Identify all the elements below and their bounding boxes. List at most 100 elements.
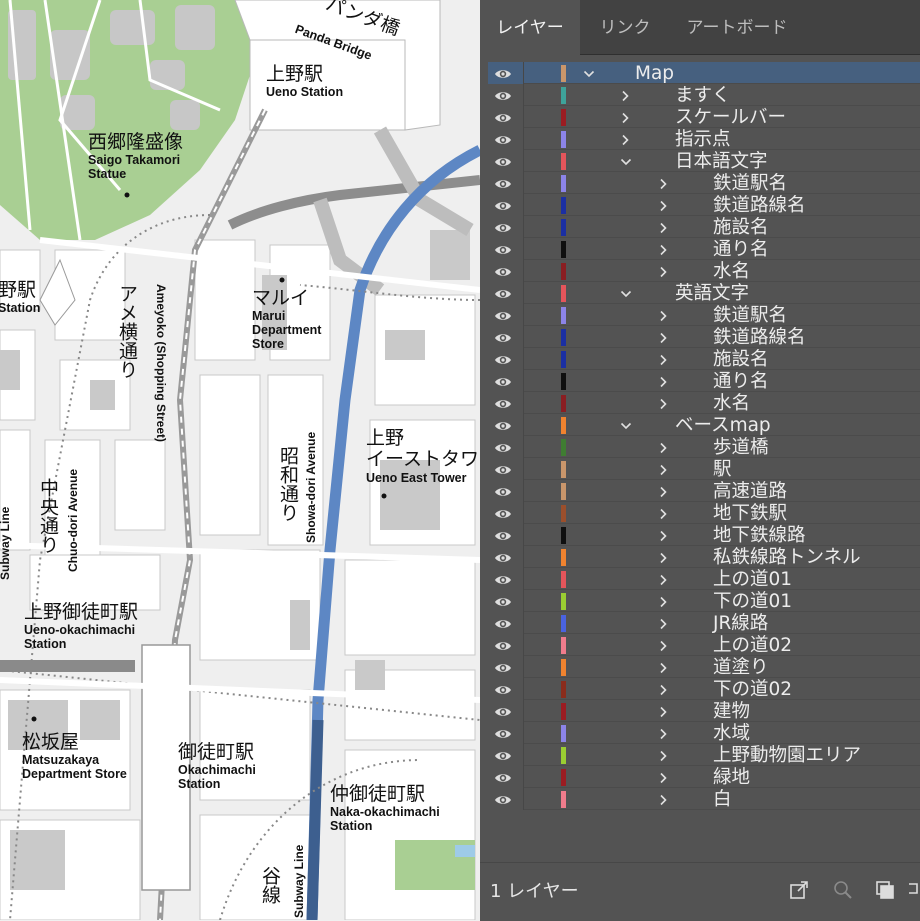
lock-column[interactable] bbox=[523, 568, 524, 590]
lock-column[interactable] bbox=[523, 62, 524, 84]
visibility-eye-icon[interactable] bbox=[494, 748, 512, 762]
layer-row[interactable]: 鉄道路線名 bbox=[488, 194, 920, 216]
visibility-eye-icon[interactable] bbox=[494, 726, 512, 740]
chevron-right-icon[interactable] bbox=[658, 242, 668, 256]
visibility-eye-icon[interactable] bbox=[494, 330, 512, 344]
visibility-eye-icon[interactable] bbox=[494, 154, 512, 168]
chevron-right-icon[interactable] bbox=[658, 748, 668, 762]
lock-column[interactable] bbox=[523, 106, 524, 128]
lock-column[interactable] bbox=[523, 546, 524, 568]
chevron-right-icon[interactable] bbox=[620, 132, 630, 146]
visibility-eye-icon[interactable] bbox=[494, 286, 512, 300]
chevron-right-icon[interactable] bbox=[658, 264, 668, 278]
visibility-eye-icon[interactable] bbox=[494, 484, 512, 498]
map-canvas[interactable]: Panda Bridge パンダ橋 上野駅 Ueno Station 西郷隆盛像… bbox=[0, 0, 480, 920]
lock-column[interactable] bbox=[523, 260, 524, 282]
chevron-right-icon[interactable] bbox=[658, 770, 668, 784]
lock-column[interactable] bbox=[523, 634, 524, 656]
layer-row[interactable]: 白 bbox=[488, 788, 920, 810]
lock-column[interactable] bbox=[523, 282, 524, 304]
visibility-eye-icon[interactable] bbox=[494, 594, 512, 608]
layer-row[interactable]: 通り名 bbox=[488, 370, 920, 392]
lock-column[interactable] bbox=[523, 524, 524, 546]
lock-column[interactable] bbox=[523, 84, 524, 106]
chevron-right-icon[interactable] bbox=[658, 660, 668, 674]
layer-row[interactable]: JR線路 bbox=[488, 612, 920, 634]
locate-icon[interactable] bbox=[832, 879, 854, 901]
chevron-right-icon[interactable] bbox=[658, 616, 668, 630]
layer-row[interactable]: スケールバー bbox=[488, 106, 920, 128]
layer-row[interactable]: Map bbox=[488, 62, 920, 84]
layer-row[interactable]: 上野動物園エリア bbox=[488, 744, 920, 766]
layer-row[interactable]: 水名 bbox=[488, 392, 920, 414]
visibility-eye-icon[interactable] bbox=[494, 770, 512, 784]
chevron-right-icon[interactable] bbox=[658, 198, 668, 212]
lock-column[interactable] bbox=[523, 502, 524, 524]
layer-row[interactable]: ベースmap bbox=[488, 414, 920, 436]
lock-column[interactable] bbox=[523, 348, 524, 370]
lock-column[interactable] bbox=[523, 436, 524, 458]
layer-row[interactable]: 通り名 bbox=[488, 238, 920, 260]
visibility-eye-icon[interactable] bbox=[494, 198, 512, 212]
lock-column[interactable] bbox=[523, 766, 524, 788]
visibility-eye-icon[interactable] bbox=[494, 440, 512, 454]
chevron-right-icon[interactable] bbox=[658, 220, 668, 234]
chevron-right-icon[interactable] bbox=[620, 88, 630, 102]
layer-row[interactable]: 施設名 bbox=[488, 348, 920, 370]
lock-column[interactable] bbox=[523, 216, 524, 238]
lock-column[interactable] bbox=[523, 172, 524, 194]
chevron-right-icon[interactable] bbox=[658, 176, 668, 190]
visibility-eye-icon[interactable] bbox=[494, 242, 512, 256]
layer-row[interactable]: 水域 bbox=[488, 722, 920, 744]
chevron-right-icon[interactable] bbox=[658, 396, 668, 410]
visibility-eye-icon[interactable] bbox=[494, 550, 512, 564]
lock-column[interactable] bbox=[523, 590, 524, 612]
visibility-eye-icon[interactable] bbox=[494, 264, 512, 278]
chevron-right-icon[interactable] bbox=[658, 374, 668, 388]
visibility-eye-icon[interactable] bbox=[494, 176, 512, 190]
chevron-right-icon[interactable] bbox=[620, 110, 630, 124]
chevron-down-icon[interactable] bbox=[583, 66, 595, 80]
tab-artboards[interactable]: アートボード bbox=[670, 0, 804, 54]
layer-row[interactable]: 建物 bbox=[488, 700, 920, 722]
layer-row[interactable]: 水名 bbox=[488, 260, 920, 282]
visibility-eye-icon[interactable] bbox=[494, 66, 512, 80]
visibility-eye-icon[interactable] bbox=[494, 528, 512, 542]
layer-row[interactable]: 上の道01 bbox=[488, 568, 920, 590]
layer-row[interactable]: 鉄道路線名 bbox=[488, 326, 920, 348]
collect-icon[interactable] bbox=[874, 879, 896, 901]
chevron-right-icon[interactable] bbox=[658, 550, 668, 564]
lock-column[interactable] bbox=[523, 392, 524, 414]
chevron-right-icon[interactable] bbox=[658, 308, 668, 322]
chevron-right-icon[interactable] bbox=[658, 638, 668, 652]
chevron-right-icon[interactable] bbox=[658, 462, 668, 476]
chevron-down-icon[interactable] bbox=[620, 286, 632, 300]
visibility-eye-icon[interactable] bbox=[494, 462, 512, 476]
visibility-eye-icon[interactable] bbox=[494, 308, 512, 322]
chevron-right-icon[interactable] bbox=[658, 594, 668, 608]
tab-links[interactable]: リンク bbox=[583, 0, 667, 54]
tab-layers[interactable]: レイヤー bbox=[480, 0, 580, 55]
lock-column[interactable] bbox=[523, 304, 524, 326]
lock-column[interactable] bbox=[523, 612, 524, 634]
lock-column[interactable] bbox=[523, 128, 524, 150]
lock-column[interactable] bbox=[523, 150, 524, 172]
chevron-right-icon[interactable] bbox=[658, 726, 668, 740]
export-icon[interactable] bbox=[788, 879, 810, 901]
layer-row[interactable]: 日本語文字 bbox=[488, 150, 920, 172]
visibility-eye-icon[interactable] bbox=[494, 682, 512, 696]
lock-column[interactable] bbox=[523, 722, 524, 744]
lock-column[interactable] bbox=[523, 788, 524, 810]
layer-row[interactable]: 上の道02 bbox=[488, 634, 920, 656]
lock-column[interactable] bbox=[523, 678, 524, 700]
chevron-right-icon[interactable] bbox=[658, 440, 668, 454]
more-icon[interactable] bbox=[906, 879, 920, 901]
visibility-eye-icon[interactable] bbox=[494, 132, 512, 146]
lock-column[interactable] bbox=[523, 656, 524, 678]
lock-column[interactable] bbox=[523, 414, 524, 436]
chevron-right-icon[interactable] bbox=[658, 704, 668, 718]
visibility-eye-icon[interactable] bbox=[494, 572, 512, 586]
visibility-eye-icon[interactable] bbox=[494, 88, 512, 102]
chevron-right-icon[interactable] bbox=[658, 792, 668, 806]
chevron-right-icon[interactable] bbox=[658, 528, 668, 542]
